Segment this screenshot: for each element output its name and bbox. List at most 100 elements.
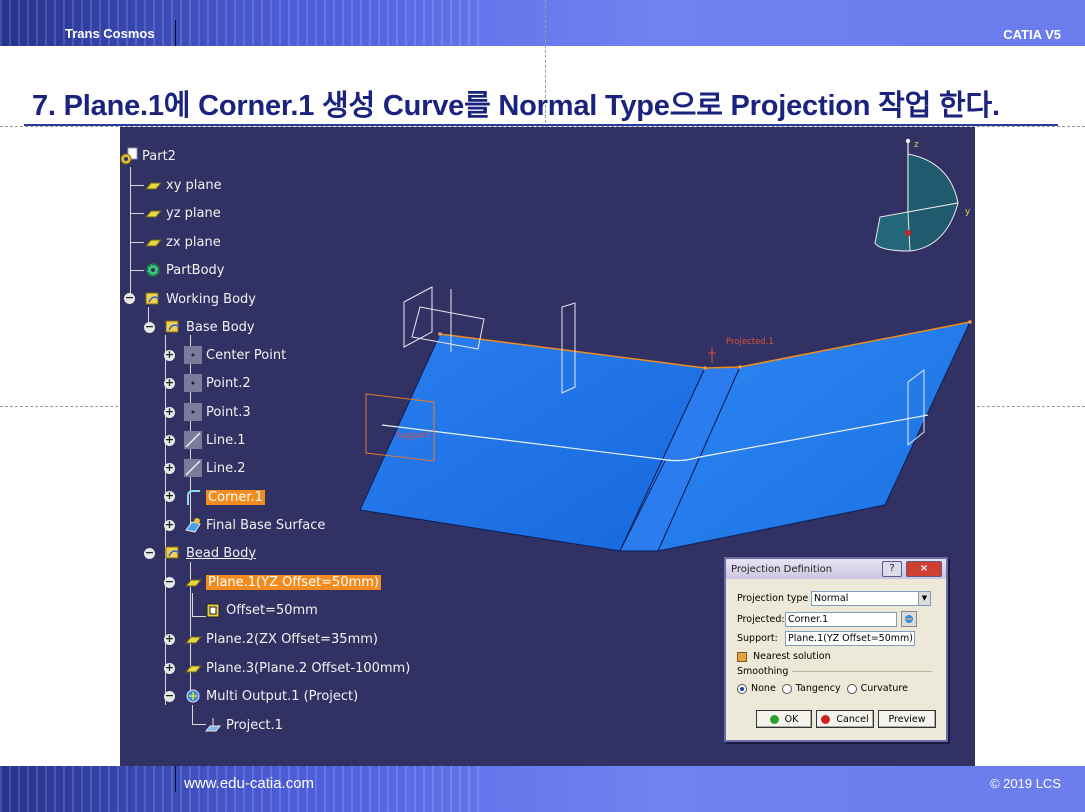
expand-toggle[interactable]: + [164,406,175,418]
plane-icon [144,204,162,222]
tree-label: Point.2 [206,375,251,391]
tree-label: Plane.3(Plane.2 Offset-100mm) [206,660,411,676]
tree-node-plane-1[interactable]: Plane.1(YZ Offset=50mm) [184,572,381,592]
header-left-label: Trans Cosmos [65,26,155,41]
tree-line [192,705,193,725]
tree-node-line-1[interactable]: Line.1 [184,430,246,450]
help-button[interactable]: ? [882,561,902,577]
radio-none[interactable] [737,683,747,694]
tree-node-point-2[interactable]: Point.2 [184,373,251,393]
radio-tangency[interactable] [781,683,792,694]
tree-label: Center Point [206,347,287,363]
tree-label: Part2 [142,148,176,164]
header-right-label: CATIA V5 [1003,27,1061,42]
tree-node-xy-plane[interactable]: xy plane [144,175,222,195]
chevron-down-icon[interactable]: ▼ [918,592,930,605]
footer-bar: www.edu-catia.com © 2019 LCS [0,766,1085,812]
point-icon [184,346,202,364]
tree-node-center-point[interactable]: Center Point [184,345,286,365]
tree-label: Point.3 [206,404,251,420]
tree-node-project-1[interactable]: Project.1 [204,715,283,735]
expand-toggle[interactable]: + [164,662,175,674]
cancel-icon [821,714,831,724]
expand-toggle[interactable]: + [164,349,175,361]
tree-node-yz-plane[interactable]: yz plane [144,203,221,223]
cancel-button[interactable]: Cancel [816,710,874,728]
radio-none-label: None [751,683,776,694]
expand-toggle[interactable]: + [164,490,175,502]
expand-toggle[interactable]: + [164,633,175,645]
tree-label: Offset=50mm [226,602,318,618]
expand-toggle[interactable]: + [164,434,175,446]
expand-toggle[interactable]: + [164,519,175,531]
projected-options-icon[interactable] [901,611,917,627]
svg-text:y: y [965,207,971,217]
tree-node-partbody[interactable]: PartBody [144,260,224,280]
tree-label: Line.2 [206,460,246,476]
tree-node-corner-1[interactable]: Corner.1 [184,487,265,507]
tree-node-final-base-surface[interactable]: Final Base Surface [184,515,325,535]
tree-label: Corner.1 [206,489,265,505]
tree-node-zx-plane[interactable]: zx plane [144,232,221,252]
point-icon [184,403,202,421]
tree-node-bead-body[interactable]: Bead Body [164,543,256,563]
tree-label: PartBody [166,262,225,278]
preview-button[interactable]: Preview [878,710,936,728]
header-bar: Trans Cosmos CATIA V5 [0,0,1085,46]
projection-type-select[interactable]: Normal ▼ [811,591,931,606]
tree-node-plane-3[interactable]: Plane.3(Plane.2 Offset-100mm) [184,658,410,678]
ok-button[interactable]: OK [756,710,812,728]
tree-label: zx plane [166,234,221,250]
tree-line [192,593,193,617]
geometric-set-icon [144,290,162,308]
support-row: Support: Plane.1(YZ Offset=50mm) [737,631,915,646]
collapse-toggle[interactable]: − [124,292,135,304]
expand-toggle[interactable]: + [164,377,175,389]
tree-node-line-2[interactable]: Line.2 [184,458,246,478]
parameter-icon [204,601,222,619]
footer-url[interactable]: www.edu-catia.com [184,775,314,792]
collapse-toggle[interactable]: − [144,321,155,333]
projection-definition-dialog: Projection Definition ? × Projection typ… [724,557,948,742]
close-button[interactable]: × [906,561,942,577]
support-label: Support: [737,633,778,644]
part-icon [120,147,138,165]
footer-separator [175,766,176,792]
plane-icon [184,573,202,591]
plane-icon [144,176,162,194]
title-underline [24,124,1058,126]
radio-curvature[interactable] [846,683,857,694]
collapse-toggle[interactable]: − [164,690,175,702]
svg-text:z: z [914,140,919,150]
tree-label: Multi Output.1 (Project) [206,688,359,704]
nearest-solution-label: Nearest solution [753,651,831,662]
multi-output-icon [184,687,202,705]
tree-node-multi-output[interactable]: Multi Output.1 (Project) [184,686,358,706]
line-icon [184,459,202,477]
projection-type-row: Projection type : Normal ▼ [737,591,931,606]
tree-node-working-body[interactable]: Working Body [144,289,256,309]
radio-tangency-label: Tangency [795,683,841,694]
geometric-set-icon [164,544,182,562]
tree-node-offset-parameter[interactable]: Offset=50mm [204,600,318,620]
projected-field[interactable]: Corner.1 [785,611,897,627]
tree-node-plane-2[interactable]: Plane.2(ZX Offset=35mm) [184,629,378,649]
support-field[interactable]: Plane.1(YZ Offset=50mm) [785,631,915,646]
compass-widget: z y [874,138,971,252]
tree-label: Bead Body [186,545,257,561]
tree-node-part2[interactable]: Part2 [120,146,176,166]
plane-icon [144,233,162,251]
expand-toggle[interactable]: + [164,462,175,474]
collapse-toggle[interactable]: − [144,547,155,559]
point-icon [184,374,202,392]
tree-node-point-3[interactable]: Point.3 [184,402,251,422]
tree-line [130,242,144,243]
collapse-toggle[interactable]: − [164,576,175,588]
projection-type-value: Normal [814,593,849,604]
tree-node-base-body[interactable]: Base Body [164,317,255,337]
projected-label: Projected.1 [726,337,774,347]
smoothing-group: Smoothing [737,666,933,677]
nearest-solution-checkbox[interactable] [737,651,747,662]
line-icon [184,431,202,449]
tree-label: xy plane [166,177,222,193]
